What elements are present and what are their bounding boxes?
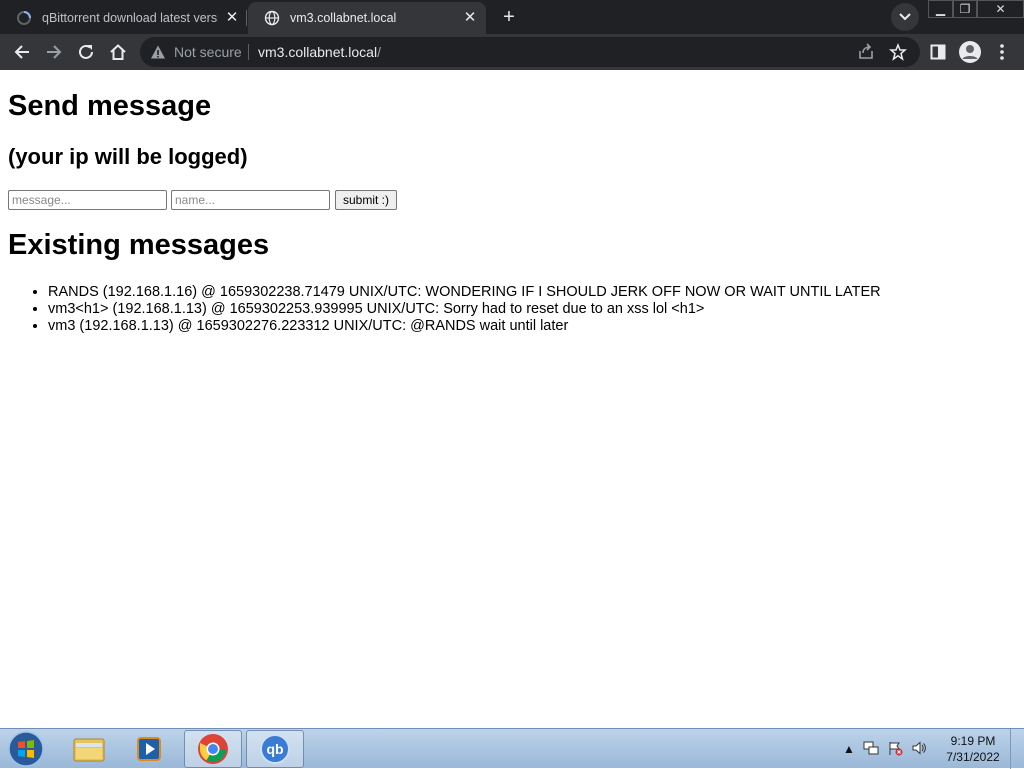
name-input[interactable] — [171, 190, 330, 210]
clock-date: 7/31/2022 — [946, 750, 1000, 764]
warning-icon[interactable] — [150, 44, 166, 65]
show-desktop-button[interactable] — [1010, 729, 1024, 769]
not-secure-label[interactable]: Not secure — [174, 44, 242, 60]
close-tab-icon[interactable]: ✕ — [462, 10, 478, 26]
message-input[interactable] — [8, 190, 167, 210]
tab-strip: qBittorrent download latest versi ✕ vm3.… — [0, 0, 1024, 34]
kebab-menu-icon[interactable] — [988, 38, 1016, 66]
windows-logo-icon — [8, 731, 44, 767]
url-text[interactable]: vm3.collabnet.local/ — [258, 44, 381, 60]
message-form: submit :) — [8, 190, 398, 210]
list-item: RANDS (192.168.1.16) @ 1659302238.71479 … — [48, 284, 881, 301]
windows-explorer-icon[interactable] — [60, 730, 118, 768]
media-player-icon[interactable] — [120, 730, 178, 768]
browser-frame: qBittorrent download latest versi ✕ vm3.… — [0, 0, 1024, 70]
show-hidden-icons-icon[interactable]: ▲ — [843, 742, 855, 756]
tab-qbittorrent[interactable]: qBittorrent download latest versi ✕ — [0, 2, 248, 34]
home-icon[interactable] — [104, 38, 132, 66]
reload-icon[interactable] — [72, 38, 100, 66]
system-tray: ▲ — [843, 735, 935, 763]
tab-title: qBittorrent download latest versi — [42, 11, 218, 25]
share-icon[interactable] — [852, 38, 880, 66]
volume-icon[interactable] — [911, 740, 927, 759]
messages-list: RANDS (192.168.1.16) @ 1659302238.71479 … — [48, 284, 881, 335]
chrome-icon[interactable] — [184, 730, 242, 768]
loading-spinner-icon — [16, 10, 32, 26]
forward-icon[interactable] — [40, 38, 68, 66]
start-button[interactable] — [6, 731, 46, 767]
page-content: Send message (your ip will be logged) su… — [0, 70, 1024, 728]
restore-icon[interactable]: ❐ — [953, 0, 977, 18]
profile-avatar-icon[interactable] — [956, 38, 984, 66]
tab-separator — [246, 10, 247, 26]
submit-button[interactable]: submit :) — [335, 190, 398, 210]
browser-toolbar: Not secure vm3.collabnet.local/ — [0, 34, 1024, 70]
action-center-flag-icon[interactable] — [887, 740, 903, 759]
minimize-icon[interactable]: ▁ — [928, 0, 953, 18]
network-icon[interactable] — [863, 740, 879, 759]
back-icon[interactable] — [8, 38, 36, 66]
url-path: / — [377, 44, 381, 60]
taskbar: qb ▲ 9:19 PM 7/31/2022 — [0, 728, 1024, 769]
chevron-down-icon — [891, 3, 919, 31]
new-tab-button[interactable]: + — [496, 6, 522, 30]
page-title: Send message — [8, 90, 212, 122]
tab-title: vm3.collabnet.local — [290, 11, 397, 25]
window-controls: ▁ ❐ ✕ — [928, 0, 1024, 20]
side-panel-icon[interactable] — [924, 38, 952, 66]
tab-search-button[interactable] — [890, 3, 920, 31]
clock-time: 9:19 PM — [950, 734, 996, 748]
qb-label: qb — [266, 741, 283, 757]
divider — [248, 44, 249, 60]
tab-vm3[interactable]: vm3.collabnet.local ✕ — [248, 2, 486, 34]
list-item: vm3<h1> (192.168.1.13) @ 1659302253.9399… — [48, 301, 881, 318]
page-subtitle: (your ip will be logged) — [8, 144, 248, 169]
close-tab-icon[interactable]: ✕ — [224, 10, 240, 26]
list-item: vm3 (192.168.1.13) @ 1659302276.223312 U… — [48, 318, 881, 335]
close-window-icon[interactable]: ✕ — [977, 0, 1024, 18]
globe-icon — [264, 10, 280, 26]
messages-heading: Existing messages — [8, 229, 270, 261]
bookmark-star-icon[interactable] — [884, 38, 912, 66]
url-host: vm3.collabnet.local — [258, 44, 378, 60]
clock[interactable]: 9:19 PM 7/31/2022 — [940, 733, 1006, 765]
address-bar[interactable]: Not secure vm3.collabnet.local/ — [140, 37, 920, 67]
qbittorrent-icon[interactable]: qb — [246, 730, 304, 768]
